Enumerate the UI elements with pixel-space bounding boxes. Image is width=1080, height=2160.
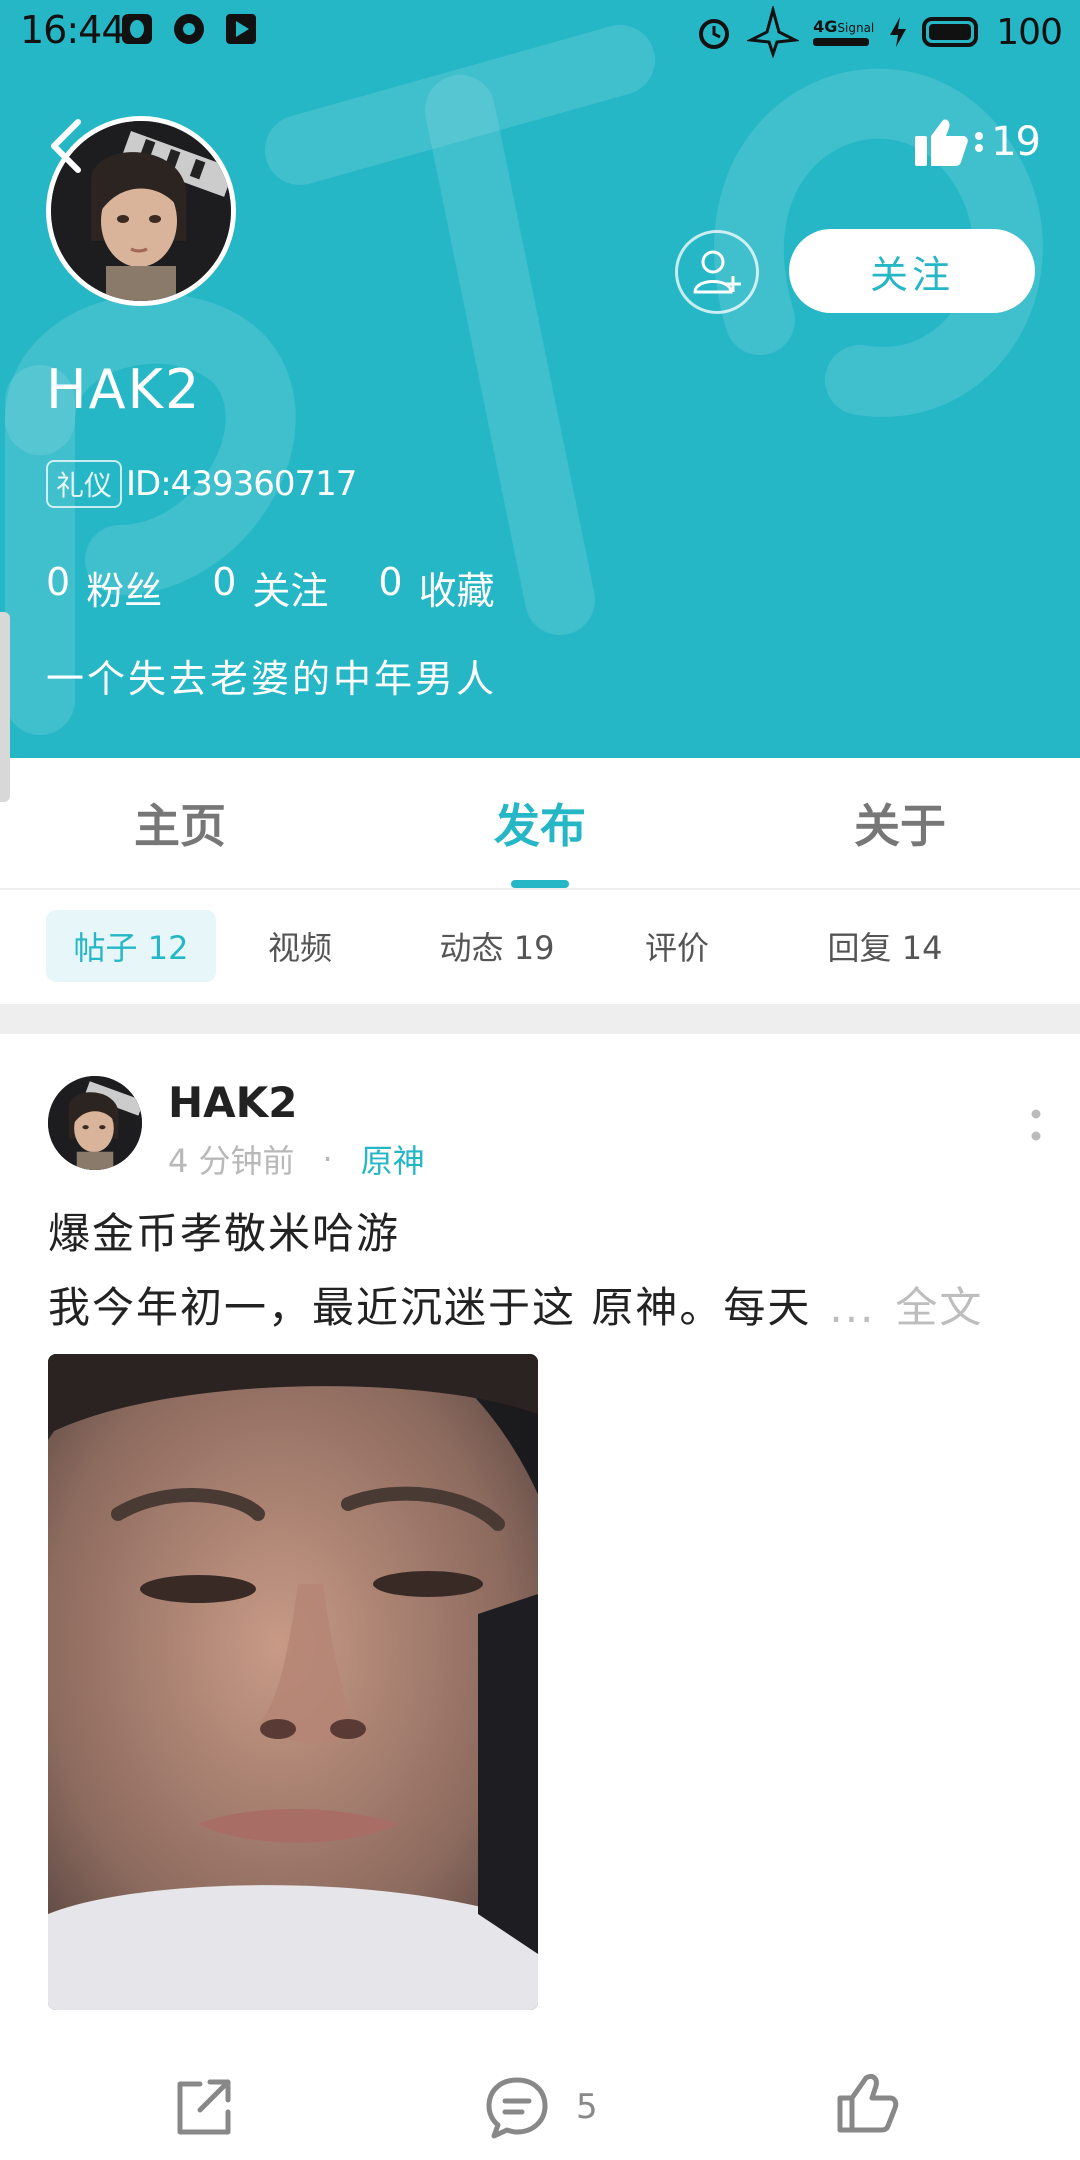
share-icon[interactable] — [170, 2074, 236, 2140]
post-excerpt: 我今年初一，最近沉迷于这 原神。每天 — [48, 1283, 812, 1332]
profile-like-count[interactable]: 19 — [913, 116, 1041, 168]
post-topic-tag[interactable]: 原神 — [361, 1136, 425, 1182]
stat-count: 0 — [212, 560, 237, 604]
stat-fans[interactable]: 0 粉丝 — [46, 560, 162, 615]
stat-label: 粉丝 — [86, 569, 163, 613]
comment-icon — [486, 2077, 548, 2139]
stat-count: 0 — [378, 560, 403, 604]
battery-level: 100 — [996, 11, 1063, 53]
like-dots — [975, 132, 984, 152]
post-excerpt-row: 我今年初一，最近沉迷于这 原神。每天... 全文 — [48, 1274, 983, 1335]
post-time: 4 分钟前 — [168, 1142, 295, 1180]
full-text-link[interactable]: 全文 — [895, 1283, 983, 1332]
signal-indicator: 4GSignal — [813, 18, 874, 46]
status-time: 16:44 — [20, 8, 126, 52]
tab-home[interactable]: 主页 — [0, 758, 360, 888]
comment-button[interactable]: 5 — [484, 2074, 598, 2140]
add-friend-button[interactable] — [675, 230, 759, 314]
post-photo — [48, 1354, 538, 2010]
tab-about[interactable]: 关于 — [720, 758, 1080, 888]
emblem-icon — [747, 6, 800, 58]
main-tab-bar: 主页 发布 关于 — [0, 758, 1080, 890]
like-icon[interactable] — [834, 2070, 900, 2136]
sub-tab-bar: 帖子 12 视频 动态 19 评价 回复 14 — [0, 890, 1080, 1002]
comment-count: 5 — [576, 2087, 598, 2127]
status-bar: 16:44 4GSignal 100 — [0, 0, 1080, 60]
post-author-avatar[interactable] — [48, 1076, 142, 1170]
section-divider — [0, 1004, 1080, 1034]
status-right: 4GSignal 100 — [695, 6, 1063, 58]
role-badge: 礼仪 — [46, 460, 123, 508]
profile-username: HAK2 — [46, 358, 202, 421]
user-id: ID:439360717 — [126, 464, 357, 504]
side-drawer-handle[interactable] — [0, 612, 10, 802]
stat-count: 0 — [46, 560, 71, 604]
post-card[interactable]: HAK2 4 分钟前 · 原神 爆金币孝敬米哈游 我今年初一，最近沉迷于这 原神… — [0, 1034, 1080, 2160]
add-user-icon — [693, 250, 741, 294]
thumbs-up-icon — [915, 119, 968, 166]
post-action-bar: 5 — [0, 2054, 1080, 2154]
post-image[interactable] — [48, 1354, 538, 2010]
profile-stats: 0 粉丝 0 关注 0 收藏 — [46, 560, 495, 615]
stat-label: 收藏 — [418, 569, 495, 613]
stat-favorites[interactable]: 0 收藏 — [378, 560, 494, 615]
post-title: 爆金币孝敬米哈游 — [48, 1209, 401, 1258]
battery-icon — [922, 17, 979, 47]
qq-icon — [122, 14, 152, 44]
more-options-icon[interactable] — [1028, 1106, 1044, 1146]
stat-following[interactable]: 0 关注 — [212, 560, 328, 615]
stat-label: 关注 — [252, 569, 329, 613]
video-app-icon — [226, 14, 256, 44]
back-arrow-icon[interactable] — [44, 116, 92, 176]
profile-bio: 一个失去老婆的中年男人 — [46, 657, 498, 701]
follow-button[interactable]: 关注 — [789, 229, 1035, 313]
subtab-posts[interactable]: 帖子 12 — [46, 910, 216, 982]
profile-header: 16:44 4GSignal 100 19 关注 HAK2 礼仪 ID:4393… — [0, 0, 1080, 758]
excerpt-ellipsis: ... — [829, 1283, 876, 1332]
post-author-name[interactable]: HAK2 — [168, 1078, 297, 1127]
subtab-replies[interactable]: 回复 14 — [744, 910, 1026, 982]
avatar-image — [48, 1076, 142, 1170]
like-count: 19 — [991, 119, 1041, 165]
tab-posts[interactable]: 发布 — [360, 758, 720, 888]
subtab-reviews[interactable]: 评价 — [610, 910, 744, 982]
notification-icons — [120, 12, 258, 46]
subtab-activity[interactable]: 动态 19 — [384, 910, 610, 982]
subtab-videos[interactable]: 视频 — [216, 910, 384, 982]
alarm-icon — [699, 19, 730, 49]
profile-id-row: 礼仪 ID:439360717 — [46, 460, 357, 508]
charging-icon — [890, 17, 907, 47]
meta-separator: · — [322, 1140, 333, 1178]
app-circle-icon — [174, 14, 204, 44]
post-meta: 4 分钟前 · 原神 — [168, 1136, 425, 1182]
